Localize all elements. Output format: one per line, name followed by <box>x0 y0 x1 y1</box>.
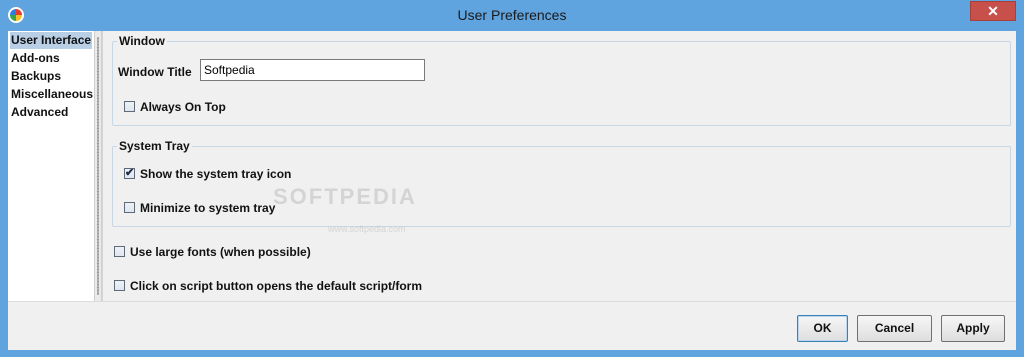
split-pane-divider[interactable] <box>94 31 102 301</box>
sidebar-item-user-interface[interactable]: User Interface <box>10 32 93 49</box>
window-title-input[interactable] <box>200 59 425 81</box>
system-tray-legend: System Tray <box>119 139 190 153</box>
preferences-window: User Preferences ✕ User Interface Add-on… <box>0 0 1024 357</box>
sidebar-item-add-ons[interactable]: Add-ons <box>10 50 61 67</box>
script-button-label: Click on script button opens the default… <box>130 279 423 293</box>
window-group-legend: Window <box>119 34 165 48</box>
ok-button[interactable]: OK <box>797 315 848 342</box>
category-sidebar: User Interface Add-ons Backups Miscellan… <box>8 31 94 301</box>
large-fonts-checkbox[interactable] <box>114 246 125 257</box>
check-icon: ✔ <box>125 167 135 179</box>
minimize-to-tray-checkbox[interactable] <box>124 202 135 213</box>
button-bar: OK Cancel Apply <box>8 301 1016 350</box>
show-tray-icon-label: Show the system tray icon <box>140 167 292 181</box>
softpedia-watermark: SOFTPEDIA <box>273 184 417 209</box>
always-on-top-checkbox[interactable] <box>124 101 135 112</box>
cancel-button[interactable]: Cancel <box>857 315 932 342</box>
window-title: User Preferences <box>457 7 567 23</box>
apply-button[interactable]: Apply <box>941 315 1005 342</box>
minimize-to-tray-label: Minimize to system tray <box>140 201 276 215</box>
splitter-grip <box>97 37 99 295</box>
show-tray-icon-checkbox[interactable]: ✔ <box>124 168 135 179</box>
sidebar-item-advanced[interactable]: Advanced <box>10 104 69 121</box>
close-icon: ✕ <box>987 3 999 19</box>
sidebar-item-miscellaneous[interactable]: Miscellaneous <box>10 86 94 103</box>
close-button[interactable]: ✕ <box>970 1 1016 21</box>
window-title-label: Window Title <box>118 65 192 79</box>
softpedia-watermark-url: www.softpedia.com <box>328 224 406 234</box>
always-on-top-label: Always On Top <box>140 100 226 114</box>
sidebar-item-backups[interactable]: Backups <box>10 68 62 85</box>
settings-panel: Window Window Title Always On Top System… <box>102 31 1016 301</box>
script-button-checkbox[interactable] <box>114 280 125 291</box>
large-fonts-label: Use large fonts (when possible) <box>130 245 311 259</box>
client-area: User Interface Add-ons Backups Miscellan… <box>8 31 1016 350</box>
title-bar[interactable]: User Preferences ✕ <box>0 0 1024 30</box>
